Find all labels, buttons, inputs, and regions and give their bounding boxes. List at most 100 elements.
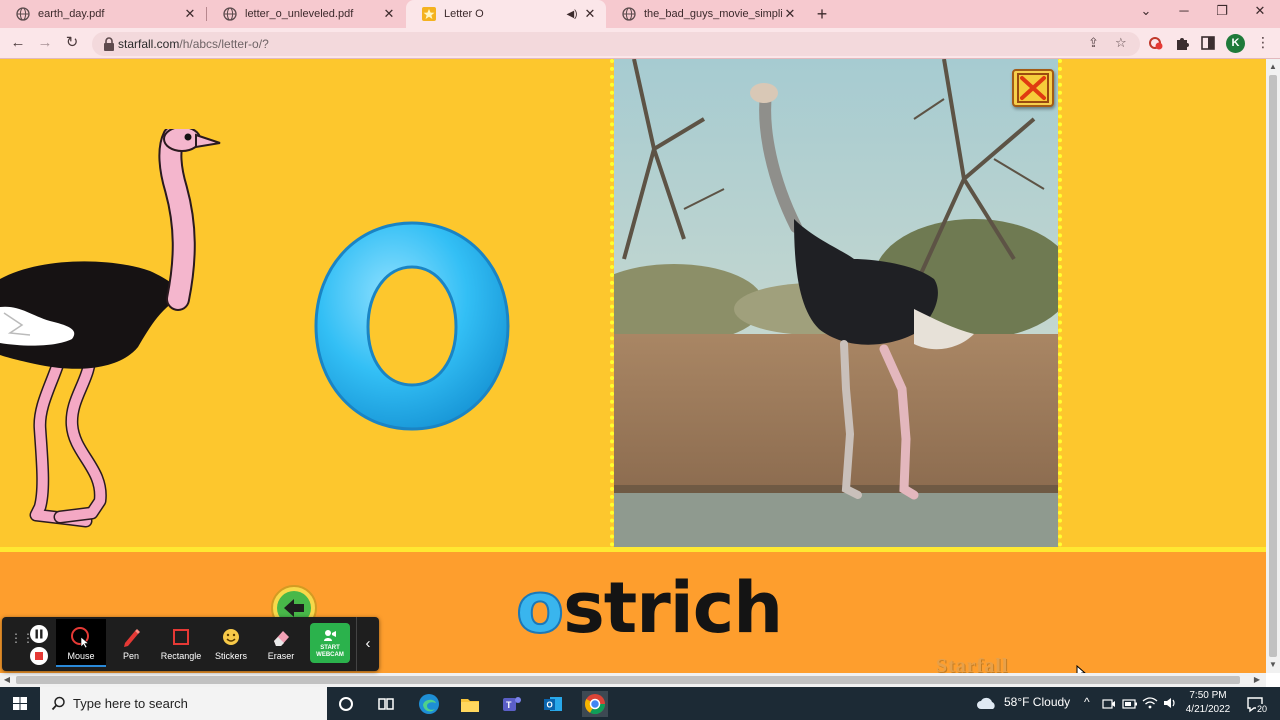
drag-handle-icon[interactable]: ⋮⋮	[10, 632, 34, 653]
close-tab-icon[interactable]: ✕	[782, 6, 798, 22]
menu-kebab-icon[interactable]: ⋮	[1256, 34, 1270, 51]
new-tab-button[interactable]: +	[812, 4, 832, 24]
word-ostrich[interactable]: ostrich	[515, 571, 783, 645]
vertical-scrollbar[interactable]: ▲ ▼	[1266, 59, 1280, 673]
windows-start-icon[interactable]	[0, 687, 40, 720]
horizontal-scroll-thumb[interactable]	[16, 676, 1240, 684]
tool-rectangle[interactable]: Rectangle	[156, 619, 206, 667]
task-view-icon[interactable]	[373, 691, 399, 717]
tab-bad-guys[interactable]: the_bad_guys_movie_simplified.p ✕	[606, 0, 806, 28]
search-icon	[51, 696, 65, 711]
collapse-toolbar-icon[interactable]: ‹	[356, 617, 379, 671]
ostrich-photo-image	[614, 59, 1058, 547]
tab-earth-day[interactable]: earth_day.pdf ✕	[0, 0, 206, 28]
svg-text:O: O	[547, 701, 553, 710]
battery-icon[interactable]	[1122, 697, 1138, 711]
restore-icon[interactable]: ❐	[1212, 3, 1232, 19]
url-host: starfall.com	[118, 37, 180, 51]
scroll-up-icon[interactable]: ▲	[1266, 62, 1280, 71]
horizontal-scrollbar[interactable]: ◀ ▶	[0, 673, 1266, 687]
pause-recording-button[interactable]	[30, 625, 48, 643]
profile-avatar[interactable]: K	[1226, 34, 1245, 53]
close-tab-icon[interactable]: ✕	[582, 6, 598, 22]
tab-title: letter_o_unleveled.pdf	[245, 8, 354, 20]
outlook-icon[interactable]: O	[540, 691, 566, 717]
globe-icon	[622, 7, 636, 21]
ostrich-photo	[610, 59, 1062, 547]
chrome-icon[interactable]	[582, 691, 608, 717]
tool-label: Rectangle	[160, 651, 202, 661]
extensions-puzzle-icon[interactable]	[1174, 35, 1190, 51]
globe-icon	[223, 7, 237, 21]
taskbar-search-box[interactable]: Type here to search	[40, 687, 327, 720]
tool-eraser[interactable]: Eraser	[256, 619, 306, 667]
clock-date: 4/21/2022	[1185, 704, 1231, 715]
back-icon[interactable]: ←	[8, 33, 28, 53]
taskbar-clock[interactable]: 7:50 PM 4/21/2022	[1180, 689, 1236, 717]
word-first-letter: o	[515, 567, 565, 649]
cortana-icon[interactable]	[333, 691, 359, 717]
close-window-icon[interactable]: ✕	[1250, 3, 1270, 19]
volume-icon[interactable]	[1162, 696, 1178, 710]
starfall-icon	[422, 7, 436, 21]
share-icon[interactable]: ⇪	[1088, 35, 1099, 51]
tab-letter-o-unleveled[interactable]: letter_o_unleveled.pdf ✕	[207, 0, 405, 28]
wifi-icon[interactable]	[1142, 696, 1158, 710]
notification-count: 20	[1256, 704, 1269, 714]
side-panel-icon[interactable]	[1200, 35, 1216, 51]
start-webcam-button[interactable]: START WEBCAM	[310, 623, 350, 663]
bookmark-star-icon[interactable]: ☆	[1115, 35, 1127, 51]
vertical-scroll-thumb[interactable]	[1269, 75, 1277, 657]
minimize-icon[interactable]: ─	[1174, 3, 1194, 18]
cartoon-ostrich-image	[0, 129, 221, 528]
screen: earth_day.pdf ✕ letter_o_unleveled.pdf ✕…	[0, 0, 1280, 720]
close-tab-icon[interactable]: ✕	[381, 6, 397, 22]
scroll-down-icon[interactable]: ▼	[1266, 660, 1280, 669]
screencast-extension-icon[interactable]	[1148, 35, 1164, 51]
search-placeholder: Type here to search	[73, 696, 188, 711]
browser-toolbar: ← → ↻ starfall.com/h/abcs/letter-o/? ⇪ ☆…	[0, 28, 1280, 59]
tab-title: Letter O	[444, 8, 484, 20]
word-rest: strich	[563, 567, 783, 649]
close-x-icon	[1017, 73, 1049, 103]
tray-expand-icon[interactable]: ^	[1084, 695, 1090, 709]
mouse-cursor-icon	[1076, 665, 1086, 673]
windows-taskbar: Type here to search T O 58°F Cloudy ^ 7:…	[0, 687, 1280, 720]
tool-mouse[interactable]: Mouse	[56, 619, 106, 667]
address-bar[interactable]: starfall.com/h/abcs/letter-o/? ⇪ ☆	[92, 32, 1140, 56]
teams-icon[interactable]: T	[498, 691, 524, 717]
close-tab-icon[interactable]: ✕	[182, 6, 198, 22]
meet-now-icon[interactable]	[1102, 697, 1116, 711]
tool-label: Stickers	[214, 651, 247, 661]
tool-label: Mouse	[67, 651, 95, 661]
speaker-muted-icon[interactable]: ◀)	[564, 9, 580, 20]
edge-icon[interactable]	[416, 691, 442, 717]
stop-icon	[35, 652, 43, 660]
starfall-page: ostrich Starfall	[0, 59, 1266, 673]
tool-label: Pen	[122, 651, 139, 661]
tab-letter-o[interactable]: Letter O ◀) ✕	[406, 0, 606, 28]
eraser-icon	[274, 631, 289, 646]
scroll-right-icon[interactable]: ▶	[1250, 675, 1264, 684]
tool-stickers[interactable]: Stickers	[206, 619, 256, 667]
tab-title: earth_day.pdf	[38, 8, 105, 20]
webcam-label-line1: START	[320, 645, 340, 651]
notification-center-button[interactable]: 20	[1242, 691, 1269, 717]
stop-recording-button[interactable]	[30, 647, 48, 665]
tool-pen[interactable]: Pen	[106, 619, 156, 667]
file-explorer-icon[interactable]	[457, 691, 483, 717]
weather-text[interactable]: 58°F Cloudy	[1004, 695, 1070, 709]
close-activity-button[interactable]	[1012, 69, 1054, 107]
reload-icon[interactable]: ↻	[62, 33, 82, 53]
forward-icon[interactable]: →	[35, 33, 55, 53]
letter-o-graphic[interactable]	[312, 219, 512, 433]
weather-cloud-icon[interactable]	[976, 694, 998, 712]
starfall-logo: Starfall	[936, 655, 1009, 673]
tab-search-chevron-icon[interactable]: ⌄	[1136, 3, 1156, 19]
svg-text:T: T	[506, 700, 512, 710]
lock-icon	[104, 37, 114, 51]
webcam-icon	[324, 630, 336, 641]
url-path: /h/abcs/letter-o/?	[179, 37, 269, 51]
clock-time: 7:50 PM	[1189, 690, 1227, 701]
scroll-left-icon[interactable]: ◀	[0, 675, 14, 684]
